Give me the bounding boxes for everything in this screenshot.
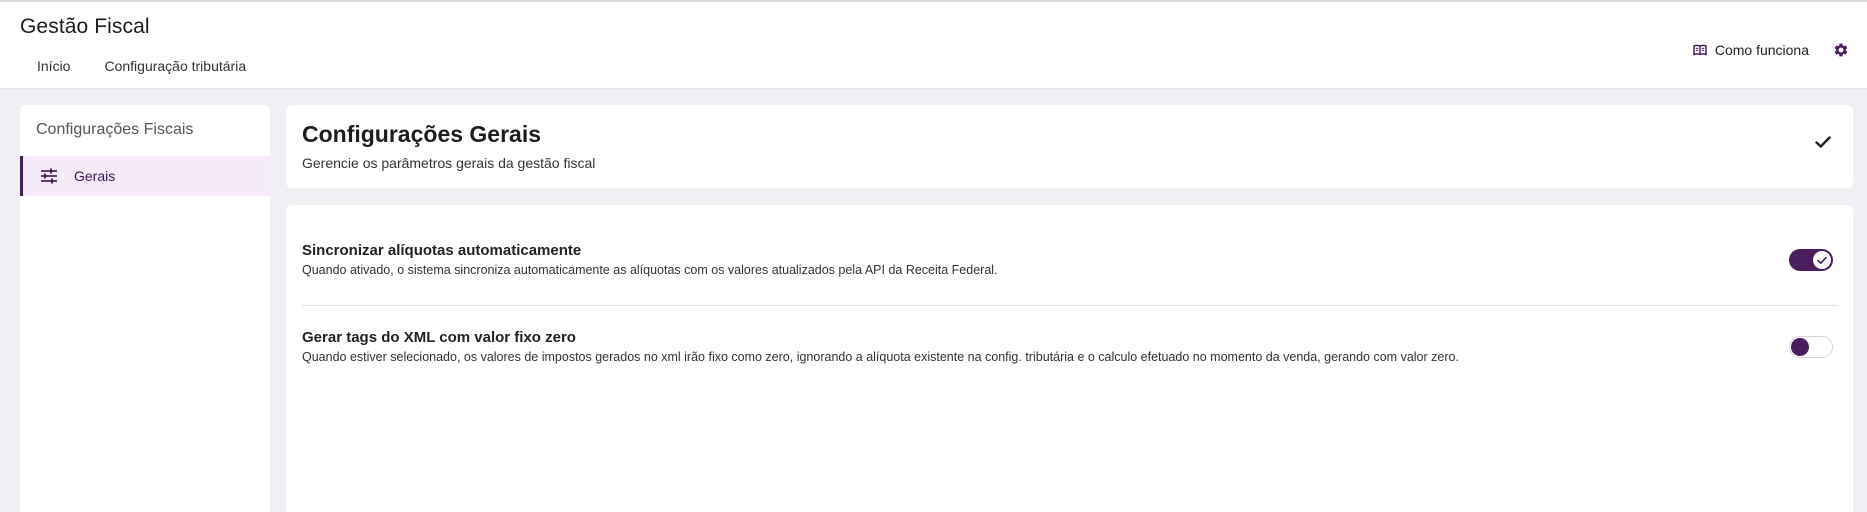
app: Gestão Fiscal Início Configuração tribut… [0, 0, 1867, 512]
top-header: Gestão Fiscal Início Configuração tribut… [0, 0, 1867, 89]
sliders-icon [40, 168, 58, 184]
setting-description: Quando ativado, o sistema sincroniza aut… [302, 263, 998, 277]
page-header-card: Configurações Gerais Gerencie os parâmet… [286, 105, 1853, 188]
book-icon [1693, 44, 1707, 56]
gear-icon[interactable] [1833, 42, 1849, 58]
sidebar: Configurações Fiscais Gerais [20, 105, 270, 512]
setting-row-xml-zero: Gerar tags do XML com valor fixo zero Qu… [302, 329, 1837, 364]
how-it-works-button[interactable]: Como funciona [1693, 42, 1809, 58]
header-actions: Como funciona [1693, 42, 1849, 58]
setting-title: Gerar tags do XML com valor fixo zero [302, 329, 576, 346]
sidebar-item-label: Gerais [74, 168, 116, 184]
sidebar-item-gerais[interactable]: Gerais [20, 156, 270, 196]
xml-zero-toggle[interactable] [1789, 336, 1833, 358]
check-icon [1817, 256, 1827, 264]
top-nav: Início Configuração tributária [20, 56, 263, 76]
divider [302, 305, 1837, 306]
sync-rates-toggle[interactable] [1789, 249, 1833, 271]
setting-description: Quando estiver selecionado, os valores d… [302, 350, 1459, 364]
page-subtitle: Gerencie os parâmetros gerais da gestão … [302, 155, 596, 171]
page-title: Configurações Gerais [302, 121, 542, 147]
setting-title: Sincronizar alíquotas automaticamente [302, 242, 582, 259]
toggle-knob [1813, 251, 1831, 269]
check-icon[interactable] [1815, 135, 1831, 149]
settings-card: Sincronizar alíquotas automaticamente Qu… [286, 205, 1853, 512]
nav-item-inicio[interactable]: Início [20, 56, 87, 76]
toggle-knob [1791, 338, 1809, 356]
sidebar-title: Configurações Fiscais [36, 121, 194, 138]
nav-item-configuracao-tributaria[interactable]: Configuração tributária [87, 56, 263, 76]
setting-row-sync-rates: Sincronizar alíquotas automaticamente Qu… [302, 242, 1837, 277]
app-title: Gestão Fiscal [20, 15, 150, 38]
how-it-works-label: Como funciona [1714, 42, 1809, 58]
